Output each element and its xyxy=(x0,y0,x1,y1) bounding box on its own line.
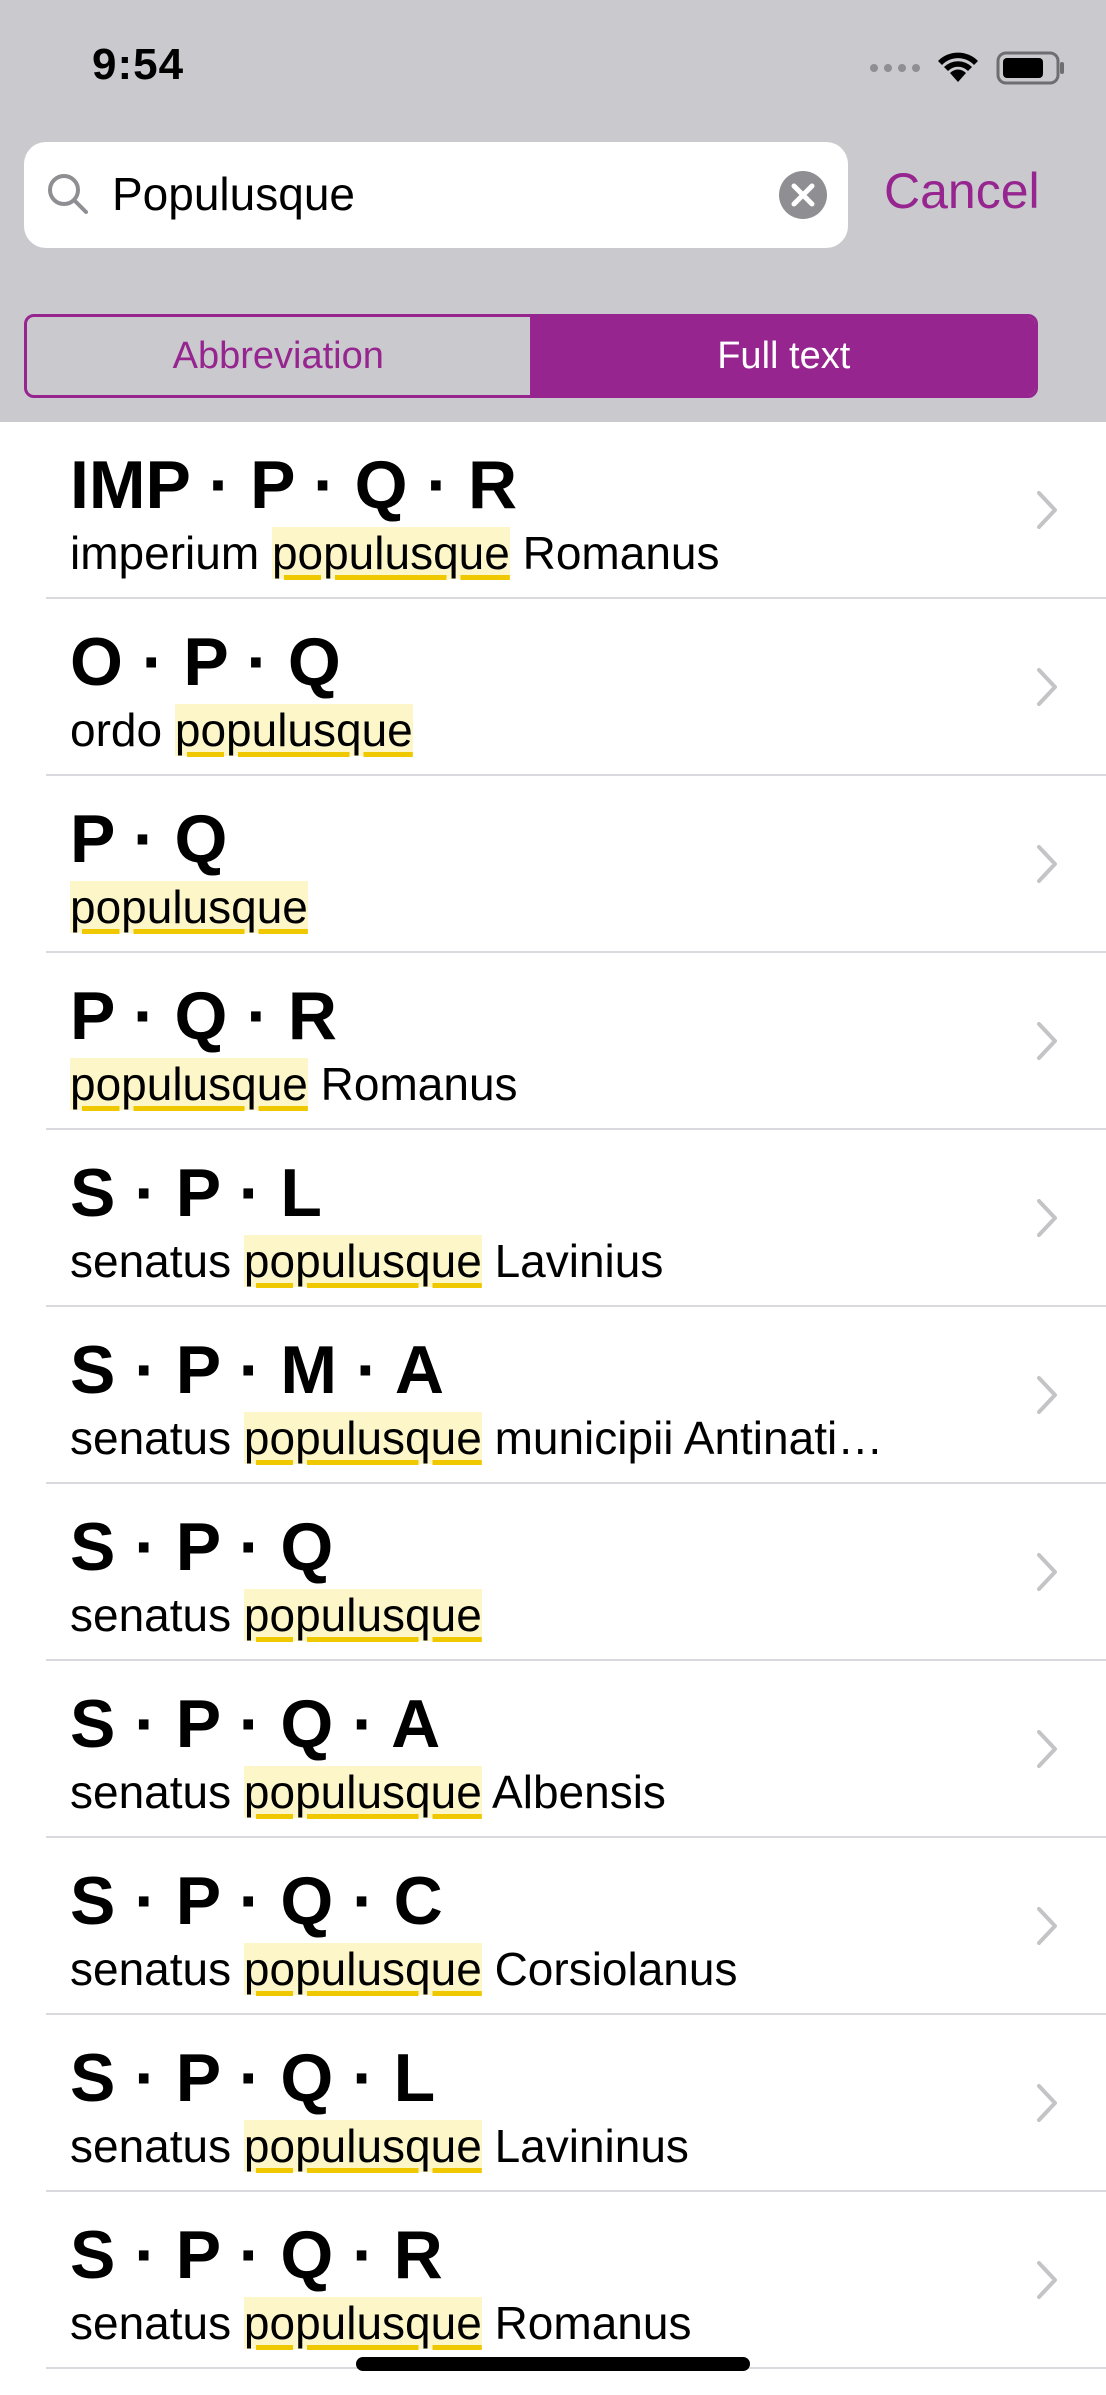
result-abbreviation: IMP · P · Q · R xyxy=(70,447,518,523)
chevron-right-icon xyxy=(1036,1552,1058,1597)
result-full-text: senatus populusque Corsiolanus xyxy=(70,1942,1020,1996)
result-text-before: imperium xyxy=(70,527,272,579)
chevron-right-icon xyxy=(1036,1021,1058,1066)
result-full-text: senatus populusque Lavinius xyxy=(70,1234,1020,1288)
segment-full-text[interactable]: Full text xyxy=(532,317,1035,395)
battery-icon xyxy=(996,51,1066,85)
status-icons xyxy=(870,48,1066,88)
result-text-after: Romanus xyxy=(509,527,720,579)
result-abbreviation: S · P · L xyxy=(70,1155,322,1231)
search-header: 9:54 Populusque Cancel Abbreviation Full… xyxy=(0,0,1106,422)
result-row[interactable]: P · Q · Rpopulusque Romanus xyxy=(46,953,1106,1130)
result-row[interactable]: P · Qpopulusque xyxy=(46,776,1106,953)
result-text-before: ordo xyxy=(70,704,175,756)
result-text-after: Corsiolanus xyxy=(481,1943,738,1995)
chevron-right-icon xyxy=(1036,667,1058,712)
result-full-text: populusque Romanus xyxy=(70,1057,1020,1111)
result-text-before: senatus xyxy=(70,1943,244,1995)
result-abbreviation: S · P · Q · R xyxy=(70,2217,443,2293)
result-text-match: populusque xyxy=(243,1943,482,1995)
result-text-match: populusque xyxy=(70,1058,308,1110)
result-text-match: populusque xyxy=(174,704,413,756)
result-text-before: senatus xyxy=(70,1235,244,1287)
result-text-after: Albensis xyxy=(481,1766,666,1818)
clear-search-icon[interactable] xyxy=(778,170,828,220)
result-text-before: senatus xyxy=(70,1589,244,1641)
search-field[interactable] xyxy=(24,142,848,248)
result-text-match: populusque xyxy=(70,881,308,933)
chevron-right-icon xyxy=(1036,2083,1058,2128)
result-row[interactable]: S · P · M · Asenatus populusque municipi… xyxy=(46,1307,1106,1484)
result-abbreviation: S · P · Q · L xyxy=(70,2040,436,2116)
result-text-before: senatus xyxy=(70,1412,244,1464)
result-abbreviation: S · P · Q · C xyxy=(70,1863,443,1939)
result-text-match: populusque xyxy=(243,2297,482,2349)
result-text-match: populusque xyxy=(243,1589,482,1641)
result-text-after: Lavinius xyxy=(481,1235,664,1287)
result-row[interactable]: S · P · Lsenatus populusque Lavinius xyxy=(46,1130,1106,1307)
result-row[interactable]: S · P · Q · Lsenatus populusque Lavininu… xyxy=(46,2015,1106,2192)
result-text-match: populusque xyxy=(243,1412,482,1464)
chevron-right-icon xyxy=(1036,1375,1058,1420)
result-abbreviation: S · P · Q · A xyxy=(70,1686,441,1762)
result-text-match: populusque xyxy=(243,2120,482,2172)
result-row[interactable]: O · P · Qordo populusque xyxy=(46,599,1106,776)
cancel-button[interactable]: Cancel xyxy=(884,162,1040,220)
result-abbreviation: S · P · M · A xyxy=(70,1332,444,1408)
chevron-right-icon xyxy=(1036,1198,1058,1243)
result-full-text: senatus populusque Lavininus xyxy=(70,2119,1020,2173)
result-text-before: senatus xyxy=(70,2297,244,2349)
segment-abbreviation[interactable]: Abbreviation xyxy=(27,317,533,395)
result-text-match: populusque xyxy=(271,527,510,579)
result-row[interactable]: S · P · Q · Csenatus populusque Corsiola… xyxy=(46,1838,1106,2015)
result-full-text: ordo populusque xyxy=(70,703,1020,757)
result-text-after: Romanus xyxy=(307,1058,518,1110)
home-indicator[interactable] xyxy=(356,2357,750,2371)
result-abbreviation: P · Q · R xyxy=(70,978,337,1054)
chevron-right-icon xyxy=(1036,844,1058,889)
result-row[interactable]: S · P · Qsenatus populusque xyxy=(46,1484,1106,1661)
result-abbreviation: P · Q xyxy=(70,801,228,877)
result-text-match: populusque xyxy=(243,1766,482,1818)
cellular-signal-icon xyxy=(870,64,920,72)
result-row[interactable]: IMP · P · Q · Rimperium populusque Roman… xyxy=(46,422,1106,599)
result-full-text: imperium populusque Romanus xyxy=(70,526,1020,580)
result-full-text: populusque xyxy=(70,880,1020,934)
result-abbreviation: O · P · Q xyxy=(70,624,341,700)
result-text-before: senatus xyxy=(70,2120,244,2172)
chevron-right-icon xyxy=(1036,1906,1058,1951)
result-full-text: senatus populusque municipii Antinati… xyxy=(70,1411,1020,1465)
search-scope-segmented-control: Abbreviation Full text xyxy=(24,314,1038,398)
result-text-after: Romanus xyxy=(481,2297,692,2349)
chevron-right-icon xyxy=(1036,1729,1058,1774)
result-abbreviation: S · P · Q xyxy=(70,1509,334,1585)
result-full-text: senatus populusque Romanus xyxy=(70,2296,1020,2350)
result-full-text: senatus populusque Albensis xyxy=(70,1765,1020,1819)
search-icon xyxy=(44,170,92,223)
results-list: IMP · P · Q · Rimperium populusque Roman… xyxy=(0,422,1106,2369)
chevron-right-icon xyxy=(1036,490,1058,535)
result-text-match: populusque xyxy=(243,1235,482,1287)
wifi-icon xyxy=(938,52,978,84)
result-text-before: senatus xyxy=(70,1766,244,1818)
result-text-after: Lavininus xyxy=(481,2120,689,2172)
chevron-right-icon xyxy=(1036,2260,1058,2305)
status-time: 9:54 xyxy=(92,40,185,89)
result-row[interactable]: S · P · Q · Rsenatus populusque Romanus xyxy=(46,2192,1106,2369)
result-text-after: municipii Antinati… xyxy=(481,1412,884,1464)
result-row[interactable]: S · P · Q · Asenatus populusque Albensis xyxy=(46,1661,1106,1838)
search-input[interactable] xyxy=(112,164,772,224)
result-full-text: senatus populusque xyxy=(70,1588,1020,1642)
